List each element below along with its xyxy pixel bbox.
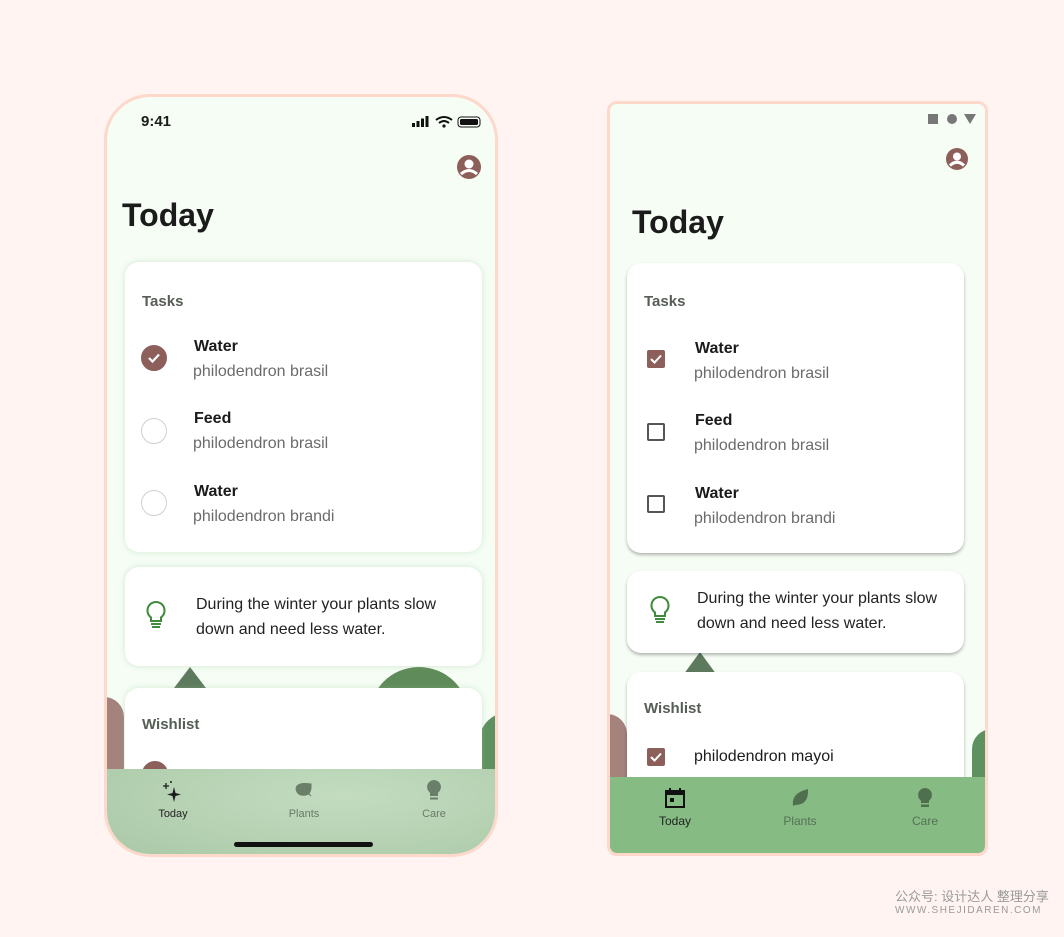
task-name: Feed [194,410,232,427]
wishlist-item: philodendron mayoi [694,748,834,765]
tip-card: During the winter your plants slow down … [627,571,964,653]
bottom-nav: Today Plants Care [610,777,985,853]
tab-today[interactable]: Today [133,779,213,820]
sparkle-icon [163,781,181,802]
tab-label: Plants [288,808,320,820]
wishlist-header: Wishlist [142,716,200,733]
tip-card: During the winter your plants slow down … [125,567,482,666]
android-phone: Today Tasks Water philodendron brasil Fe… [607,101,988,856]
task-checkbox-checked[interactable] [141,345,167,371]
tab-label: Today [658,814,692,828]
task-plant: philodendron brandi [193,508,335,525]
tab-label: Care [422,808,446,820]
task-plant: philodendron brasil [694,365,830,382]
watermark-line1: 公众号: 设计达人 整理分享 [895,889,1049,904]
watermark-line2: WWW.SHEJIDAREN.COM [895,905,1042,916]
tab-plants[interactable]: Plants [760,787,840,828]
page-title: Today [632,204,724,240]
tab-label: Today [158,808,188,820]
task-name: Water [194,338,238,355]
calendar-icon [665,788,685,808]
tasks-header: Tasks [644,293,686,310]
tab-label: Plants [783,814,817,828]
leaf-icon [792,789,809,806]
tab-label: Care [911,814,938,828]
leaf-icon [295,783,312,797]
lightbulb-icon [146,600,166,628]
task-checkbox[interactable] [141,418,167,444]
tab-care[interactable]: Care [394,779,474,820]
task-plant: philodendron brasil [193,363,329,380]
tab-today[interactable]: Today [635,787,715,828]
task-name: Water [194,483,238,500]
profile-avatar-icon[interactable] [945,147,969,171]
task-name: Feed [695,412,733,429]
tab-care[interactable]: Care [885,787,965,828]
task-plant: philodendron brandi [694,510,836,527]
task-name: Water [695,340,739,357]
task-name: Water [695,485,739,502]
status-time: 9:41 [141,113,172,130]
page-title: Today [122,197,214,233]
tab-plants[interactable]: Plants [264,779,344,820]
task-checkbox-checked[interactable] [647,350,665,368]
lightbulb-icon [427,780,441,800]
tasks-card: Tasks Water philodendron brasil Feed phi… [125,262,482,552]
tip-text: During the winter your plants slow down … [697,590,938,632]
android-status-icons [928,114,976,124]
wishlist-card: Wishlist philodendron mayoi [627,672,964,792]
tasks-card: Tasks Water philodendron brasil Feed phi… [627,263,964,553]
lightbulb-icon [918,788,932,807]
task-checkbox[interactable] [647,495,665,513]
ios-phone: 9:41 Today Tasks Water philodendron bras… [104,94,498,857]
home-indicator[interactable] [234,842,373,847]
wishlist-checkbox-checked[interactable] [647,748,665,766]
task-plant: philodendron brasil [193,435,329,452]
task-checkbox[interactable] [647,423,665,441]
tab-bar: Today Plants Care [107,769,495,854]
lightbulb-icon [650,595,670,623]
status-icons [412,116,481,128]
tip-text: During the winter your plants slow down … [196,596,437,638]
profile-avatar-icon[interactable] [456,154,482,180]
task-checkbox[interactable] [141,490,167,516]
task-plant: philodendron brasil [694,437,830,454]
tasks-header: Tasks [142,293,184,310]
wishlist-header: Wishlist [644,700,702,717]
